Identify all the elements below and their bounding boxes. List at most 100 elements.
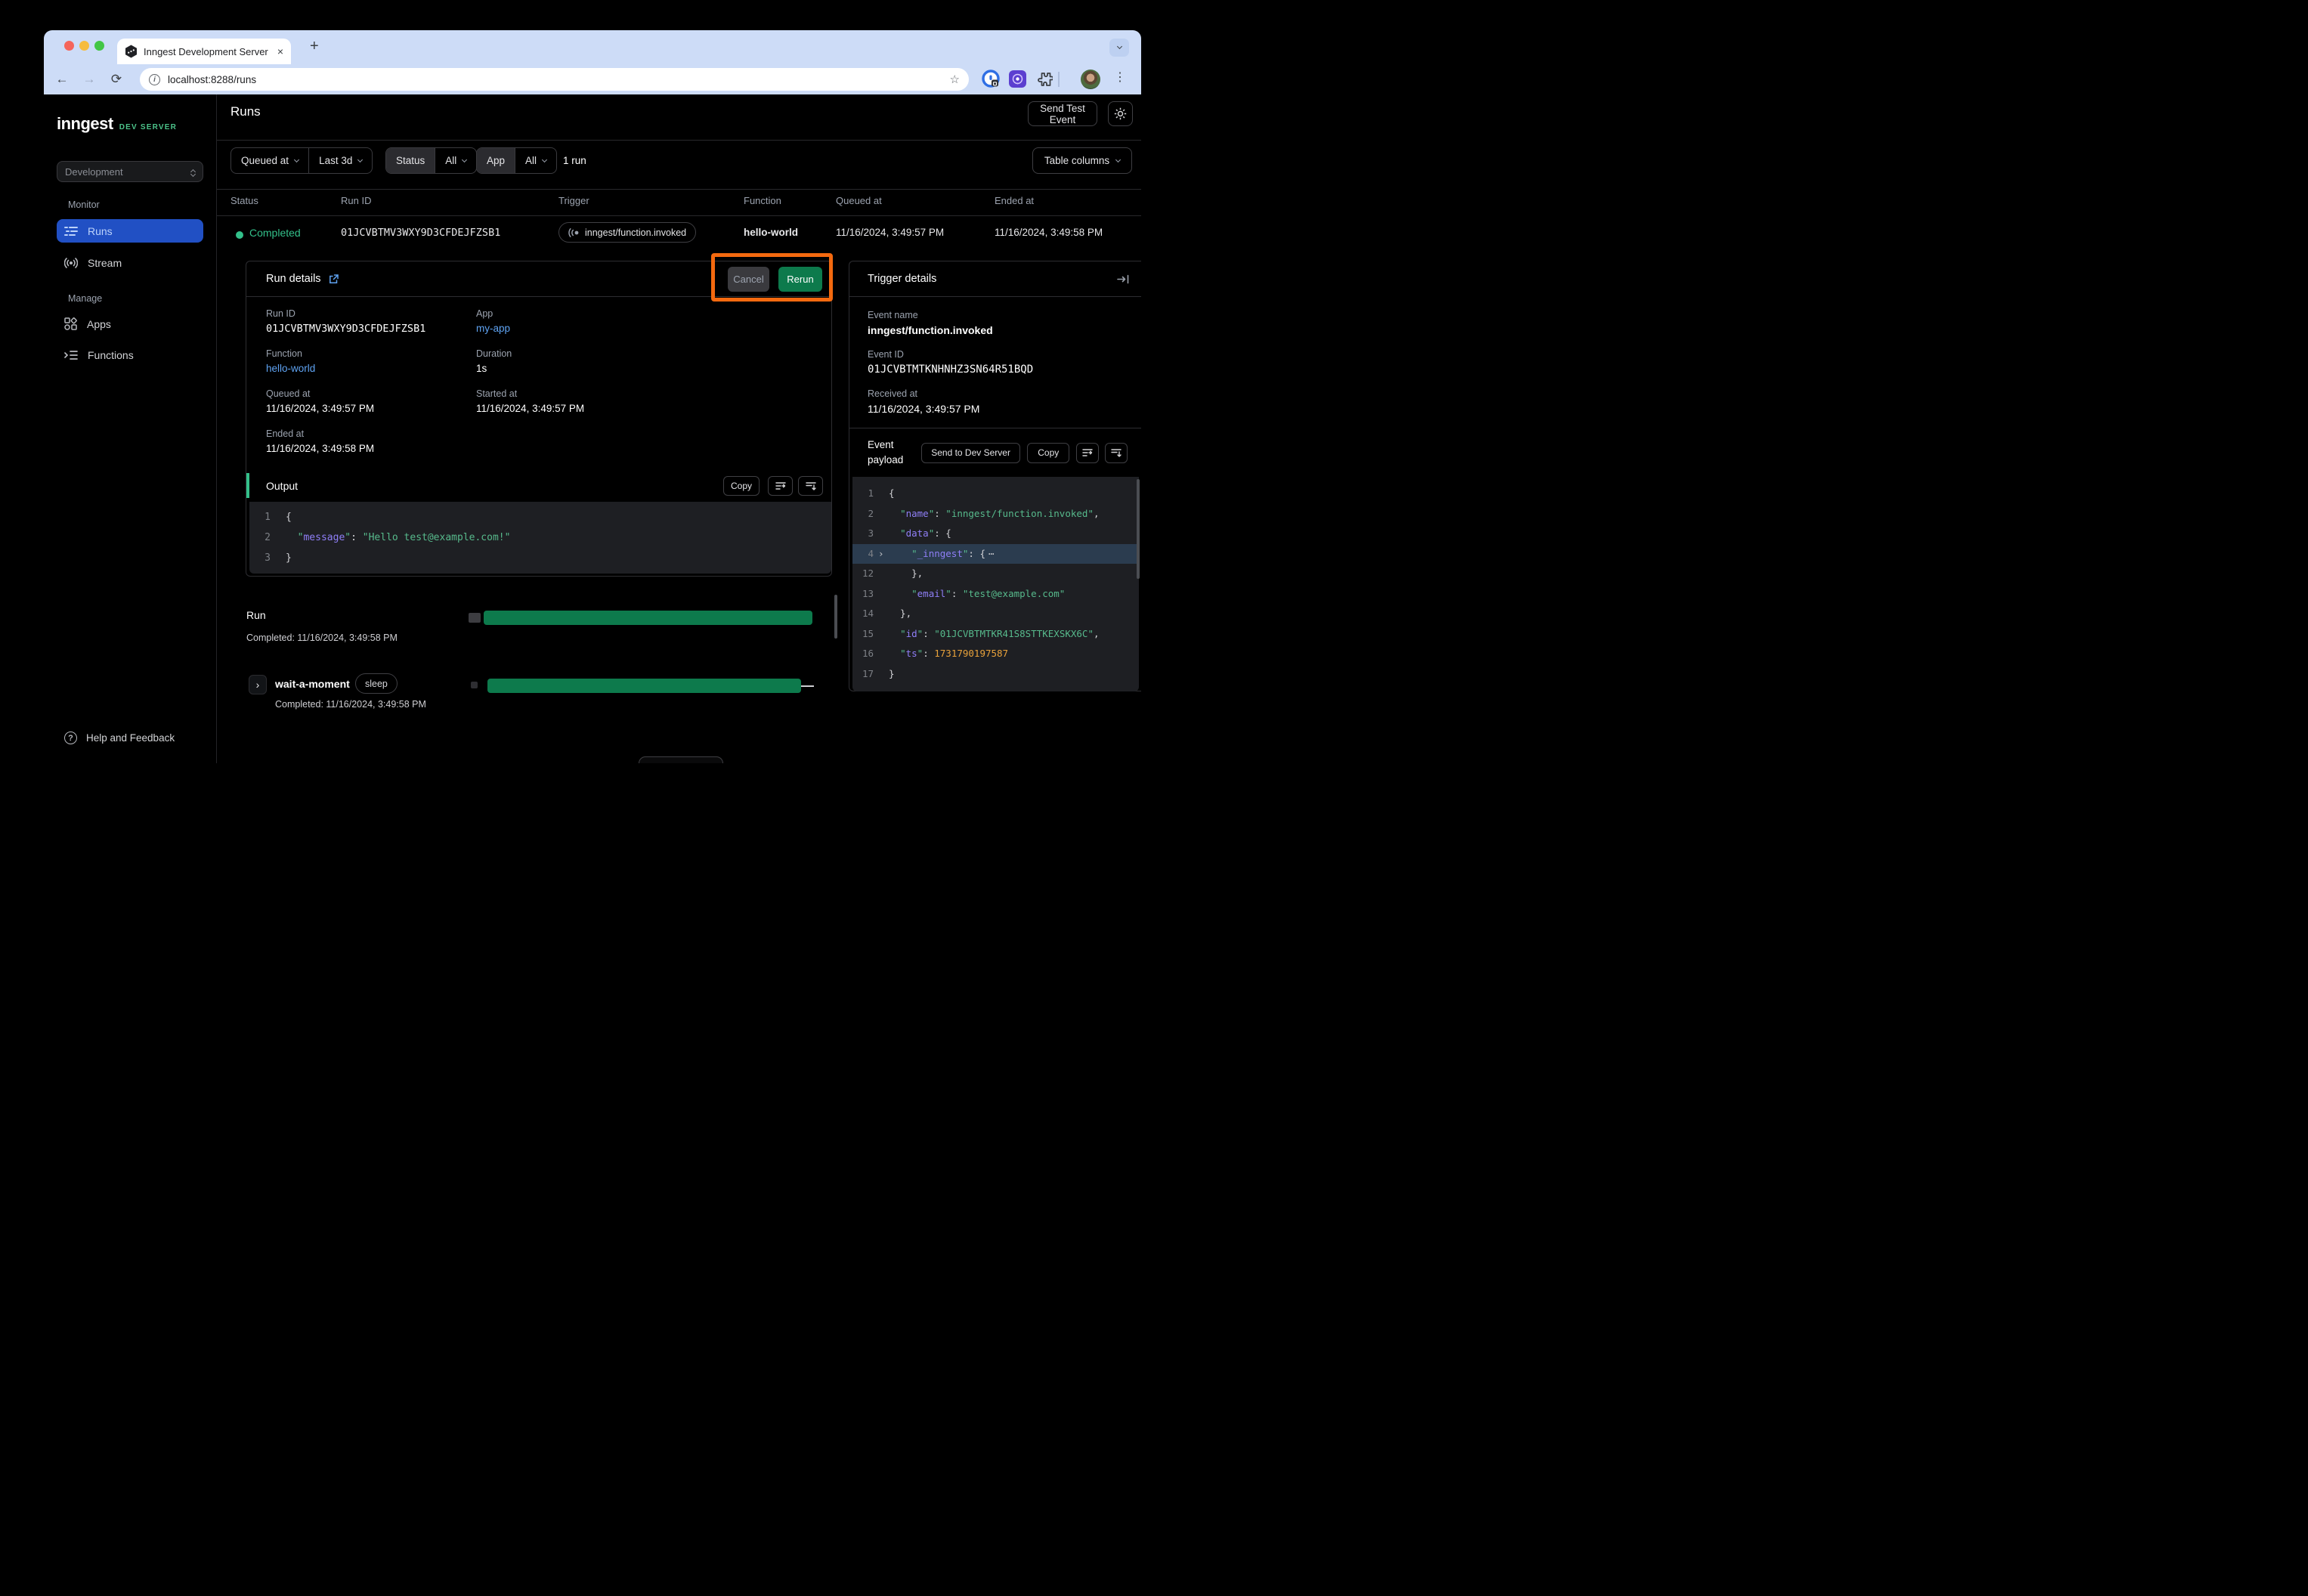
code-line: 13 "email": "test@example.com" (852, 584, 1139, 605)
new-tab-button[interactable]: + (310, 38, 319, 55)
col-function[interactable]: Function (744, 195, 781, 206)
step-name: wait-a-moment (275, 678, 350, 690)
field-run-id: Run ID01JCVBTMV3WXY9D3CFDEJFZSB1 (266, 308, 476, 348)
run-details-card: Run details Cancel Rerun Run ID01JCVBTMV… (246, 261, 832, 577)
col-queued-at[interactable]: Queued at (836, 195, 882, 206)
help-and-feedback[interactable]: ? Help and Feedback (64, 732, 175, 744)
code-line-collapsed[interactable]: 4› "_inngest": {⋯ (852, 544, 1139, 564)
minimize-window-button[interactable] (79, 41, 89, 51)
chevron-down-icon (542, 156, 547, 162)
back-icon[interactable]: ← (48, 72, 76, 87)
output-copy-button[interactable]: Copy (723, 476, 760, 496)
run-status: Completed (249, 227, 301, 239)
output-accent-bar (246, 473, 249, 498)
reload-icon[interactable]: ⟳ (103, 72, 130, 87)
chevron-down-icon (294, 156, 299, 162)
payload-code: 1{ 2 "name": "inngest/function.invoked",… (852, 477, 1139, 691)
tab-close-icon[interactable]: × (277, 45, 283, 57)
trigger-badge[interactable]: inngest/function.invoked (558, 222, 696, 243)
fold-chevron-icon[interactable]: › (878, 544, 884, 564)
app-filter-value[interactable]: All (515, 148, 556, 173)
step-timeline-bar[interactable] (487, 679, 801, 693)
section-manage: Manage (68, 293, 102, 304)
output-scroll-bottom-button[interactable] (798, 476, 823, 496)
site-info-icon[interactable]: i (149, 74, 160, 85)
browser-tab[interactable]: Inngest Development Server × (117, 39, 291, 64)
event-payload-title: Event payload (868, 438, 914, 467)
browser-menu-icon[interactable]: ⋮ (1114, 70, 1126, 85)
inngest-favicon (125, 45, 138, 58)
send-test-event-button[interactable]: Send Test Event (1028, 101, 1097, 126)
forward-icon[interactable]: → (76, 72, 103, 87)
field-event-name: Event nameinngest/function.invoked (868, 310, 1033, 336)
inngest-logo: inngest (57, 114, 113, 134)
ended-at-cell: 11/16/2024, 3:49:58 PM (995, 227, 1103, 238)
extensions-puzzle-icon[interactable] (1036, 71, 1053, 88)
code-line: 16 "ts": 1731790197587 (852, 644, 1139, 664)
url-text[interactable]: localhost:8288/runs (168, 74, 950, 85)
step-completed-text: Completed: 11/16/2024, 3:49:58 PM (275, 699, 426, 710)
app-link[interactable]: my-app (476, 323, 810, 334)
sidebar-item-stream[interactable]: Stream (57, 251, 203, 274)
payload-scroll-bottom-button[interactable] (1105, 443, 1128, 463)
rerun-button[interactable]: Rerun (778, 267, 822, 292)
url-bar[interactable]: i localhost:8288/runs ☆ (140, 68, 969, 91)
tab-search-button[interactable] (1109, 39, 1129, 57)
scroll-bottom-icon (806, 481, 816, 490)
environment-select[interactable]: Development (57, 161, 203, 182)
send-to-dev-server-button[interactable]: Send to Dev Server (921, 443, 1021, 463)
tab-strip: Inngest Development Server × + (44, 30, 1141, 64)
app-filter-label: App (477, 148, 515, 173)
payload-scrollbar[interactable] (1137, 479, 1140, 579)
sidebar-item-apps[interactable]: Apps (57, 312, 203, 336)
details-scrollbar[interactable] (834, 595, 837, 639)
tab-title: Inngest Development Server (144, 46, 271, 57)
col-run-id[interactable]: Run ID (341, 195, 371, 206)
col-trigger[interactable]: Trigger (558, 195, 589, 206)
col-status[interactable]: Status (230, 195, 258, 206)
password-manager-icon[interactable] (981, 70, 1001, 89)
section-monitor: Monitor (68, 200, 100, 210)
settings-gear-button[interactable] (1108, 101, 1133, 126)
status-dot (236, 231, 243, 239)
sidebar-item-functions[interactable]: Functions (57, 343, 203, 367)
col-ended-at[interactable]: Ended at (995, 195, 1034, 206)
payload-wrap-button[interactable] (1076, 443, 1099, 463)
time-range-filter[interactable]: Last 3d (308, 148, 372, 173)
inngest-app: inngest DEV SERVER Development Monitor R… (44, 94, 1141, 763)
status-filter-value[interactable]: All (435, 148, 476, 173)
cutoff-button[interactable] (639, 756, 723, 763)
function-link[interactable]: hello-world (266, 363, 476, 374)
close-window-button[interactable] (64, 41, 74, 51)
run-timeline-bar[interactable] (484, 611, 812, 625)
code-line: 15 "id": "01JCVBTMTKR41S8STTKEXSKX6C", (852, 624, 1139, 645)
queued-at-filter[interactable]: Queued at (231, 148, 308, 173)
payload-copy-button[interactable]: Copy (1027, 443, 1069, 463)
bookmark-star-icon[interactable]: ☆ (950, 73, 960, 86)
header-divider (217, 140, 1141, 141)
output-code: 1{ 2 "message": "Hello test@example.com!… (249, 502, 831, 574)
extension-app-icon[interactable] (1008, 70, 1027, 88)
gear-icon (1114, 107, 1127, 120)
step-expand-button[interactable]: › (249, 675, 267, 694)
zoom-window-button[interactable] (94, 41, 104, 51)
collapse-panel-icon[interactable] (1117, 274, 1129, 284)
field-ended-at: Ended at11/16/2024, 3:49:58 PM (266, 428, 476, 469)
status-filter: Status All (385, 147, 477, 174)
fold-ellipsis[interactable]: ⋯ (988, 548, 995, 559)
code-line: 1{ (852, 484, 1139, 504)
field-function: Functionhello-world (266, 348, 476, 388)
table-columns-button[interactable]: Table columns (1032, 147, 1132, 174)
sidebar-item-runs[interactable]: Runs (57, 219, 203, 243)
code-line: 1{ (249, 507, 831, 527)
step-kind-badge: sleep (355, 673, 398, 694)
external-link-icon[interactable] (329, 274, 339, 284)
browser-toolbar: ← → ⟳ i localhost:8288/runs ☆ ⋮ (44, 64, 1141, 94)
output-wrap-button[interactable] (768, 476, 793, 496)
output-header: Output Copy (246, 473, 831, 498)
run-id-cell: 01JCVBTMV3WXY9D3CFDEJFZSB1 (341, 227, 500, 239)
cancel-button[interactable]: Cancel (728, 267, 769, 292)
profile-avatar[interactable] (1081, 70, 1100, 89)
chevron-down-icon (357, 156, 363, 162)
code-line: 14 }, (852, 604, 1139, 624)
